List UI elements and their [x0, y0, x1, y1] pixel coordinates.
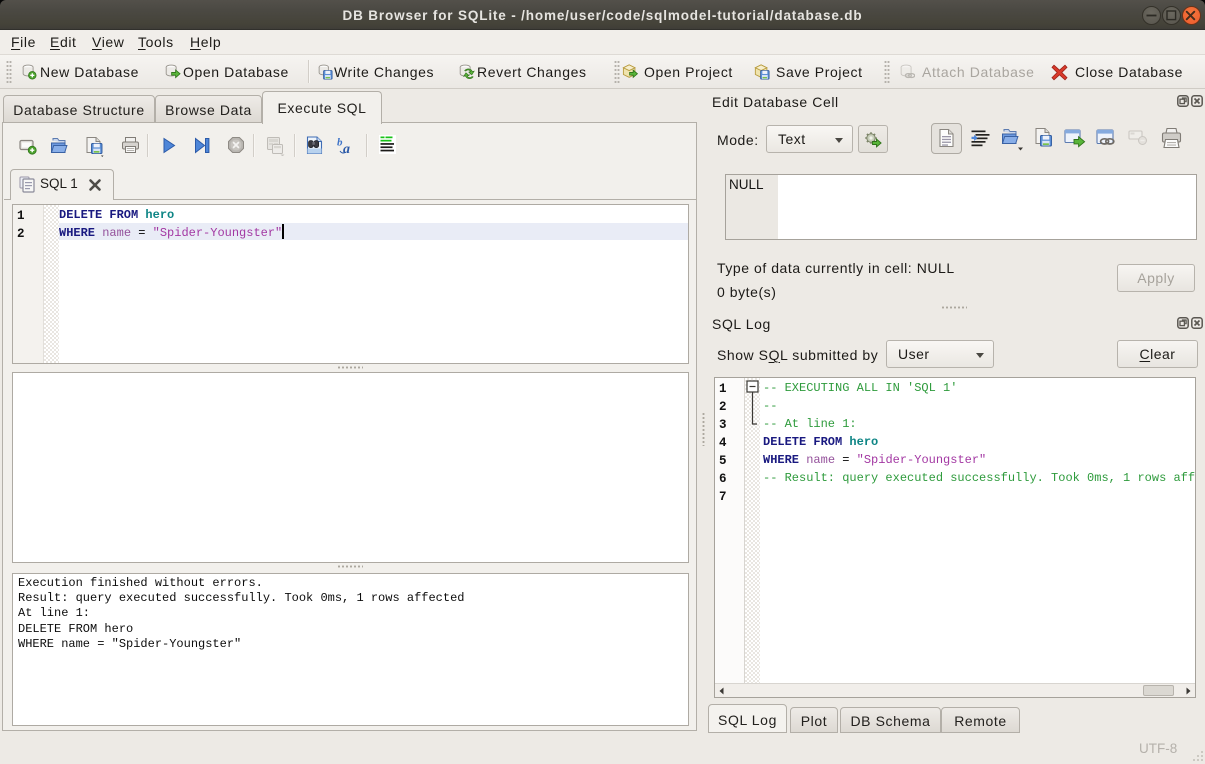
svg-text:a: a — [343, 142, 350, 156]
